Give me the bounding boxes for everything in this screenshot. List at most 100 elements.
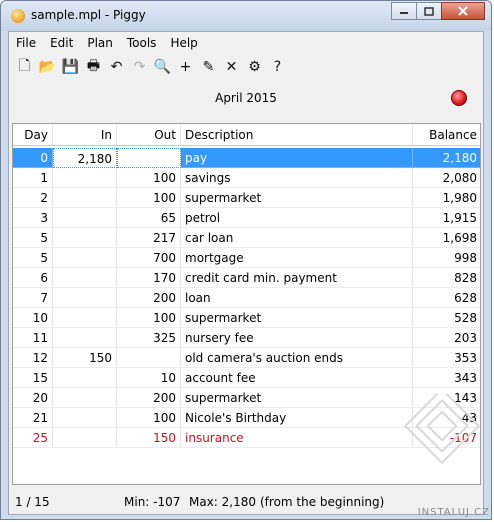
close-button[interactable] [441, 2, 485, 20]
out-cell[interactable]: 170 [117, 268, 181, 288]
open-button[interactable]: 📂 [36, 57, 59, 77]
column-header-balance[interactable]: Balance [413, 124, 480, 146]
day-cell[interactable]: 11 [13, 328, 53, 348]
edit-button[interactable]: ✎ [197, 57, 220, 77]
add-button[interactable]: + [174, 57, 197, 77]
table-row[interactable]: 12 150 old camera's auction ends 353 [13, 348, 480, 368]
table-row[interactable]: 10 100 supermarket 528 [13, 308, 480, 328]
table-row[interactable]: 6 170 credit card min. payment 828 [13, 268, 480, 288]
description-cell[interactable]: nursery fee [181, 328, 413, 348]
balance-cell[interactable]: 628 [413, 288, 480, 308]
day-cell[interactable]: 25 [13, 428, 53, 448]
title-bar[interactable]: sample.mpl - Piggy [1, 1, 491, 31]
description-cell[interactable]: savings [181, 168, 413, 188]
description-cell[interactable]: petrol [181, 208, 413, 228]
day-cell[interactable]: 0 [13, 148, 53, 168]
column-header-day[interactable]: Day [13, 124, 53, 146]
description-cell[interactable]: supermarket [181, 188, 413, 208]
in-cell[interactable] [53, 208, 117, 228]
table-row[interactable]: 7 200 loan 628 [13, 288, 480, 308]
out-cell[interactable]: 150 [117, 428, 181, 448]
day-cell[interactable]: 10 [13, 308, 53, 328]
in-cell[interactable] [53, 188, 117, 208]
table-row[interactable]: 1 100 savings 2,080 [13, 168, 480, 188]
day-cell[interactable]: 5 [13, 228, 53, 248]
in-cell[interactable] [53, 428, 117, 448]
table-row[interactable]: 11 325 nursery fee 203 [13, 328, 480, 348]
out-cell[interactable]: 325 [117, 328, 181, 348]
new-button[interactable]: 🗋 [13, 57, 36, 77]
undo-button[interactable]: ↶ [105, 57, 128, 77]
in-cell[interactable] [53, 308, 117, 328]
in-cell[interactable] [53, 388, 117, 408]
in-cell[interactable] [53, 368, 117, 388]
out-cell[interactable] [117, 348, 181, 368]
status-indicator-icon[interactable] [451, 90, 467, 106]
day-cell[interactable]: 20 [13, 388, 53, 408]
day-cell[interactable]: 5 [13, 248, 53, 268]
table-row[interactable]: 2 100 supermarket 1,980 [13, 188, 480, 208]
menu-plan[interactable]: Plan [80, 36, 120, 50]
table-row[interactable]: 0 2,180 pay 2,180 [13, 148, 480, 168]
out-cell[interactable]: 100 [117, 308, 181, 328]
menu-tools[interactable]: Tools [120, 36, 164, 50]
delete-button[interactable]: ✕ [220, 57, 243, 77]
in-cell[interactable] [53, 268, 117, 288]
day-cell[interactable]: 1 [13, 168, 53, 188]
balance-cell[interactable]: 353 [413, 348, 480, 368]
out-cell[interactable]: 217 [117, 228, 181, 248]
column-header-in[interactable]: In [53, 124, 117, 146]
balance-cell[interactable]: 203 [413, 328, 480, 348]
day-cell[interactable]: 12 [13, 348, 53, 368]
balance-cell[interactable]: 2,080 [413, 168, 480, 188]
day-cell[interactable]: 6 [13, 268, 53, 288]
out-cell[interactable]: 200 [117, 288, 181, 308]
out-cell[interactable]: 65 [117, 208, 181, 228]
description-cell[interactable]: car loan [181, 228, 413, 248]
in-cell[interactable]: 2,180 [53, 148, 117, 168]
in-cell[interactable] [53, 168, 117, 188]
in-cell[interactable] [53, 228, 117, 248]
out-cell[interactable]: 100 [117, 168, 181, 188]
table-row[interactable]: 5 217 car loan 1,698 [13, 228, 480, 248]
transactions-table[interactable]: Day In Out Description Balance 0 2,180 pay… [12, 123, 481, 485]
balance-cell[interactable]: 1,980 [413, 188, 480, 208]
out-cell[interactable]: 700 [117, 248, 181, 268]
maximize-button[interactable] [416, 2, 442, 20]
menu-file[interactable]: File [9, 36, 43, 50]
menu-edit[interactable]: Edit [43, 36, 80, 50]
day-cell[interactable]: 15 [13, 368, 53, 388]
balance-cell[interactable]: 528 [413, 308, 480, 328]
piggy-app-icon[interactable] [11, 9, 25, 23]
in-cell[interactable] [53, 288, 117, 308]
description-cell[interactable]: pay [181, 148, 413, 168]
save-button[interactable]: 💾 [59, 57, 82, 77]
column-header-out[interactable]: Out [117, 124, 181, 146]
description-cell[interactable]: mortgage [181, 248, 413, 268]
balance-cell[interactable]: 998 [413, 248, 480, 268]
table-row[interactable]: 5 700 mortgage 998 [13, 248, 480, 268]
menu-help[interactable]: Help [163, 36, 204, 50]
balance-cell[interactable]: 343 [413, 368, 480, 388]
description-cell[interactable]: supermarket [181, 388, 413, 408]
description-cell[interactable]: insurance [181, 428, 413, 448]
description-cell[interactable]: supermarket [181, 308, 413, 328]
out-cell[interactable]: 200 [117, 388, 181, 408]
balance-cell[interactable]: 828 [413, 268, 480, 288]
search-button[interactable]: 🔍 [151, 57, 174, 77]
out-cell[interactable]: 100 [117, 188, 181, 208]
table-row[interactable]: 3 65 petrol 1,915 [13, 208, 480, 228]
description-cell[interactable]: old camera's auction ends [181, 348, 413, 368]
out-cell[interactable] [117, 148, 181, 168]
day-cell[interactable]: 21 [13, 408, 53, 428]
help-button[interactable]: ? [266, 57, 289, 77]
balance-cell[interactable]: 1,698 [413, 228, 480, 248]
minimize-button[interactable] [391, 2, 417, 20]
in-cell[interactable]: 150 [53, 348, 117, 368]
in-cell[interactable] [53, 408, 117, 428]
description-cell[interactable]: credit card min. payment [181, 268, 413, 288]
settings-button[interactable]: ⚙ [243, 57, 266, 77]
balance-cell[interactable]: 1,915 [413, 208, 480, 228]
description-cell[interactable]: loan [181, 288, 413, 308]
balance-cell[interactable]: 2,180 [413, 148, 480, 168]
